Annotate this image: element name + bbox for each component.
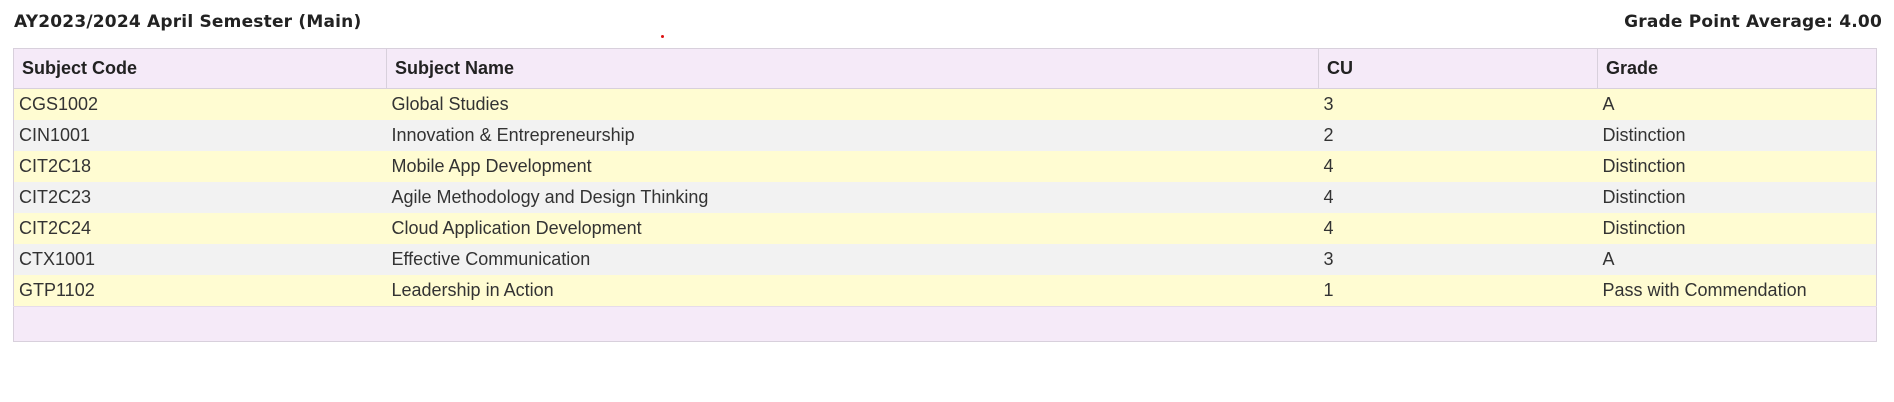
subject-name-cell: Leadership in Action bbox=[386, 275, 1319, 307]
table-footer-cell bbox=[13, 306, 1877, 342]
table-row: CIN1001 Innovation & Entrepreneurship 2 … bbox=[13, 120, 1877, 151]
grade-cell: A bbox=[1597, 88, 1877, 120]
decorative-dot bbox=[661, 35, 664, 38]
cu-cell: 4 bbox=[1318, 151, 1598, 182]
cu-cell: 4 bbox=[1318, 213, 1598, 244]
table-row: CGS1002 Global Studies 3 A bbox=[13, 88, 1877, 120]
cu-cell: 3 bbox=[1318, 88, 1598, 120]
subject-code-cell: CTX1001 bbox=[13, 244, 387, 275]
results-table: Subject Code Subject Name CU Grade CGS10… bbox=[13, 48, 1877, 342]
subject-name-cell: Effective Communication bbox=[386, 244, 1319, 275]
table-row: CIT2C23 Agile Methodology and Design Thi… bbox=[13, 182, 1877, 213]
subject-name-cell: Innovation & Entrepreneurship bbox=[386, 120, 1319, 151]
cu-cell: 4 bbox=[1318, 182, 1598, 213]
subject-code-cell: GTP1102 bbox=[13, 275, 387, 307]
grade-cell: Distinction bbox=[1597, 213, 1877, 244]
table-row: CTX1001 Effective Communication 3 A bbox=[13, 244, 1877, 275]
cu-cell: 1 bbox=[1318, 275, 1598, 307]
subject-code-cell: CIN1001 bbox=[13, 120, 387, 151]
table-body: CGS1002 Global Studies 3 A CIN1001 Innov… bbox=[13, 88, 1877, 342]
grade-cell: Distinction bbox=[1597, 151, 1877, 182]
cu-cell: 2 bbox=[1318, 120, 1598, 151]
column-header-subject-name: Subject Name bbox=[386, 48, 1319, 89]
column-header-subject-code: Subject Code bbox=[13, 48, 387, 89]
column-header-cu: CU bbox=[1318, 48, 1598, 89]
gpa-summary: Grade Point Average: 4.00 bbox=[1624, 12, 1882, 32]
grade-cell: Distinction bbox=[1597, 182, 1877, 213]
table-row: GTP1102 Leadership in Action 1 Pass with… bbox=[13, 275, 1877, 307]
subject-name-cell: Cloud Application Development bbox=[386, 213, 1319, 244]
semester-title: AY2023/2024 April Semester (Main) bbox=[14, 12, 362, 32]
subject-code-cell: CIT2C18 bbox=[13, 151, 387, 182]
table-footer-row bbox=[13, 306, 1877, 342]
subject-name-cell: Agile Methodology and Design Thinking bbox=[386, 182, 1319, 213]
column-header-grade: Grade bbox=[1597, 48, 1877, 89]
subject-code-cell: CGS1002 bbox=[13, 88, 387, 120]
table-header-row: Subject Code Subject Name CU Grade bbox=[13, 48, 1877, 89]
subject-code-cell: CIT2C23 bbox=[13, 182, 387, 213]
subject-name-cell: Mobile App Development bbox=[386, 151, 1319, 182]
table-row: CIT2C18 Mobile App Development 4 Distinc… bbox=[13, 151, 1877, 182]
subject-name-cell: Global Studies bbox=[386, 88, 1319, 120]
grade-cell: A bbox=[1597, 244, 1877, 275]
grade-cell: Pass with Commendation bbox=[1597, 275, 1877, 307]
semester-header: AY2023/2024 April Semester (Main) Grade … bbox=[14, 10, 1882, 34]
table-row: CIT2C24 Cloud Application Development 4 … bbox=[13, 213, 1877, 244]
subject-code-cell: CIT2C24 bbox=[13, 213, 387, 244]
grade-cell: Distinction bbox=[1597, 120, 1877, 151]
cu-cell: 3 bbox=[1318, 244, 1598, 275]
